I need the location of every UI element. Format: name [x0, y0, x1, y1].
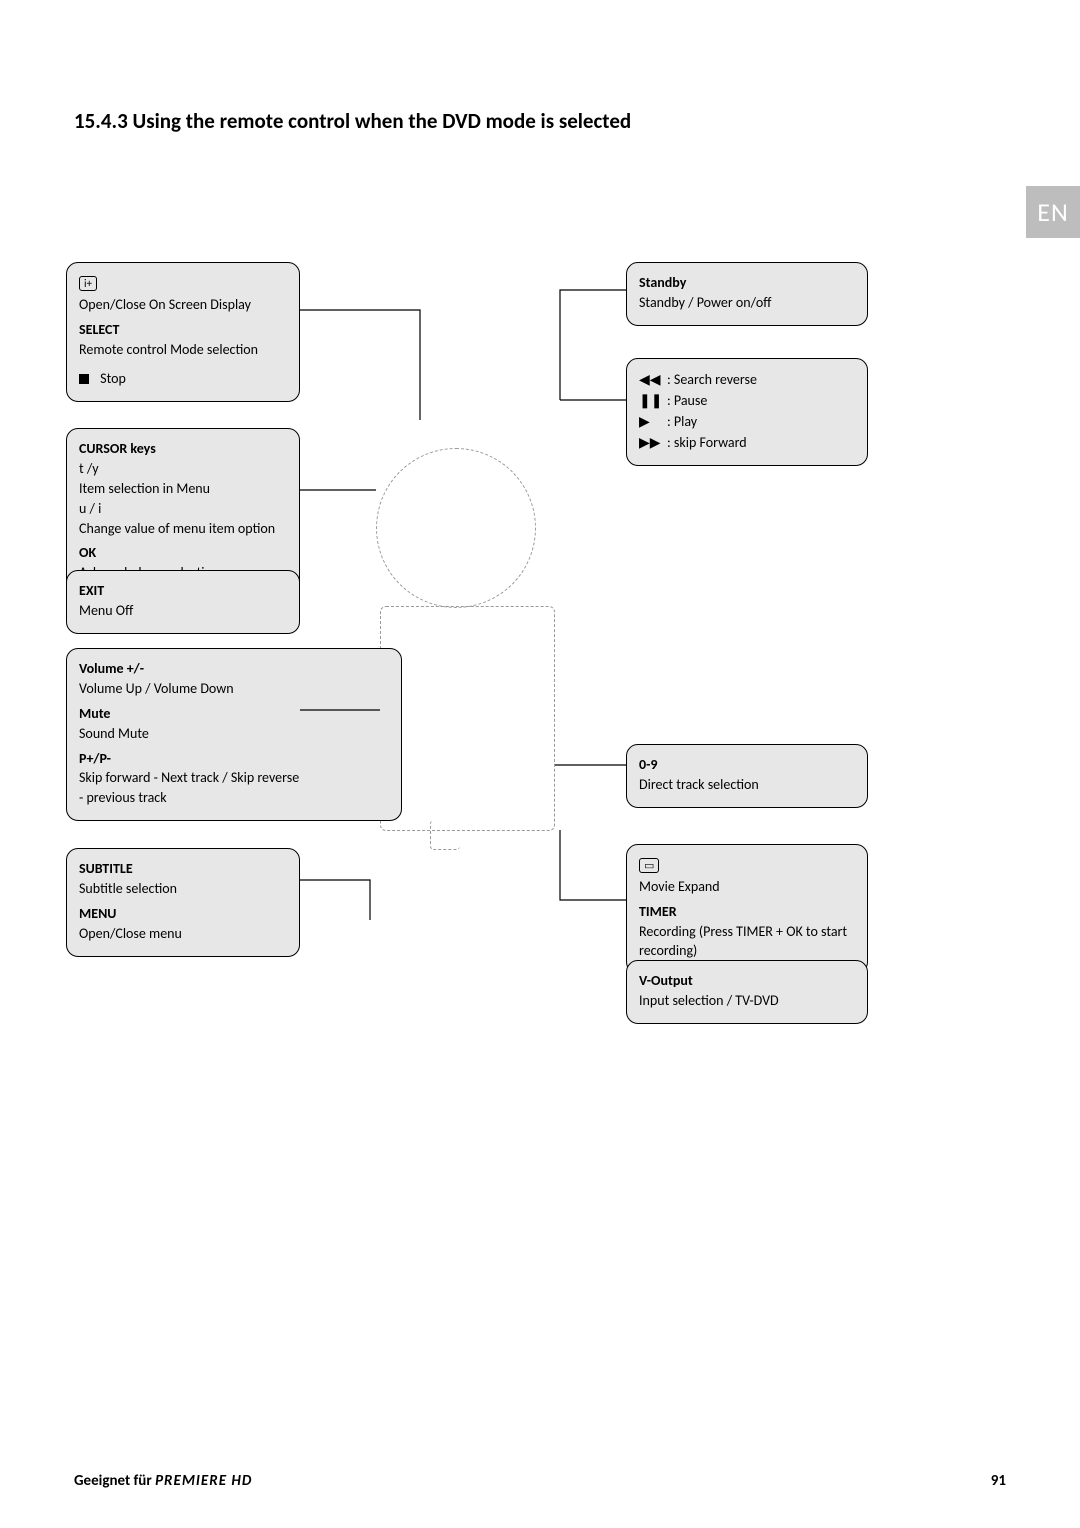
exit-desc: Menu Off [79, 602, 287, 621]
footer-prefix: Geeignet für [74, 1472, 155, 1490]
play-icon: ▶ [639, 412, 667, 431]
remote-body-outline [380, 606, 555, 831]
select-desc: Remote control Mode selection [79, 341, 287, 360]
osd-desc: Open/Close On Screen Display [79, 296, 287, 315]
callout-subtitle-menu: SUBTITLE Subtitle selection MENU Open/Cl… [66, 848, 300, 957]
cursor-line2: Item selection in Menu [79, 480, 287, 499]
callout-standby: Standby Standby / Power on/off [626, 262, 868, 326]
cursor-line4: Change value of menu item option [79, 520, 287, 539]
section-heading: 15.4.3 Using the remote control when the… [74, 108, 631, 134]
voutput-desc: Input selection / TV-DVD [639, 992, 855, 1011]
callout-exit: EXIT Menu Off [66, 570, 300, 634]
stop-label: Stop [100, 370, 126, 387]
forward-icon: ▶▶ [639, 433, 667, 452]
play-desc: : Play [667, 413, 697, 430]
pp-title: P+/P- [79, 750, 389, 769]
callout-osd-select-stop: i+ Open/Close On Screen Display SELECT R… [66, 262, 300, 402]
mute-desc: Sound Mute [79, 725, 389, 744]
subtitle-title: SUBTITLE [79, 860, 287, 879]
volume-desc: Volume Up / Volume Down [79, 680, 389, 699]
standby-title: Standby [639, 274, 855, 293]
page-number: 91 [991, 1472, 1006, 1490]
pp-desc1: Skip forward - Next track / Skip reverse [79, 769, 389, 788]
exit-title: EXIT [79, 582, 287, 601]
numbers-desc: Direct track selection [639, 776, 855, 795]
osd-icon: i+ [79, 276, 97, 291]
cursor-line3: u / i [79, 500, 287, 519]
pp-desc2: - previous track [79, 789, 389, 808]
mute-title: Mute [79, 705, 389, 724]
timer-title: TIMER [639, 903, 855, 922]
subtitle-desc: Subtitle selection [79, 880, 287, 899]
callout-expand-timer: ▭ Movie Expand TIMER Recording (Press TI… [626, 844, 868, 974]
remote-lower-outline [430, 820, 460, 850]
stop-icon [79, 374, 89, 384]
page: 15.4.3 Using the remote control when the… [0, 0, 1080, 1528]
ok-title: OK [79, 544, 287, 563]
callout-numbers: 0-9 Direct track selection [626, 744, 868, 808]
numbers-title: 0-9 [639, 756, 855, 775]
callout-voutput: V-Output Input selection / TV-DVD [626, 960, 868, 1024]
language-tab: EN [1026, 186, 1080, 238]
menu-desc: Open/Close menu [79, 925, 287, 944]
rewind-icon: ◀◀ [639, 370, 667, 389]
cursor-title: CURSOR keys [79, 440, 287, 459]
pause-icon: ❚❚ [639, 391, 667, 410]
callout-volume-mute-pp: Volume +/- Volume Up / Volume Down Mute … [66, 648, 402, 821]
select-title: SELECT [79, 321, 287, 340]
footer-brand: PREMIERE HD [155, 1472, 252, 1490]
forward-desc: : skip Forward [667, 434, 747, 451]
rewind-desc: : Search reverse [667, 371, 757, 388]
menu-title: MENU [79, 905, 287, 924]
expand-desc: Movie Expand [639, 878, 855, 897]
footer-left: Geeignet für PREMIERE HD [74, 1472, 252, 1490]
timer-desc: Recording (Press TIMER + OK to start rec… [639, 923, 855, 961]
remote-dpad-outline [376, 448, 536, 608]
cursor-line1: t /y [79, 460, 287, 479]
standby-desc: Standby / Power on/off [639, 294, 855, 313]
page-footer: Geeignet für PREMIERE HD 91 [74, 1472, 1006, 1490]
volume-title: Volume +/- [79, 660, 389, 679]
pause-desc: : Pause [667, 392, 707, 409]
expand-icon: ▭ [639, 858, 659, 873]
callout-transport: ◀◀: Search reverse ❚❚: Pause ▶: Play ▶▶:… [626, 358, 868, 466]
voutput-title: V-Output [639, 972, 855, 991]
